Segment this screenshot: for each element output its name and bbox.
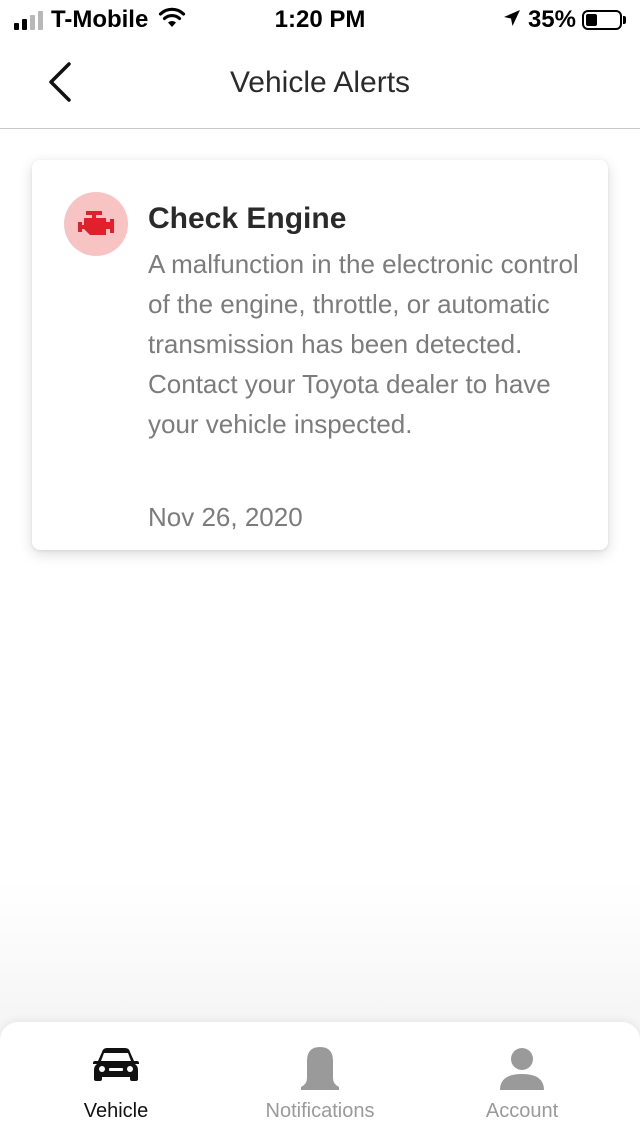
alert-title: Check Engine xyxy=(148,202,347,235)
battery-cap xyxy=(623,16,626,24)
alert-icon-badge xyxy=(64,192,128,256)
car-icon xyxy=(93,1048,139,1081)
navigation-bar: Vehicle Alerts xyxy=(0,40,640,129)
alert-date: Nov 26, 2020 xyxy=(148,502,303,532)
tab-label-notifications: Notifications xyxy=(265,1100,375,1122)
alert-description: A malfunction in the electronic control … xyxy=(148,249,579,439)
tab-account[interactable]: Account xyxy=(422,1022,622,1136)
tab-vehicle[interactable]: Vehicle xyxy=(16,1022,216,1136)
engine-icon xyxy=(78,211,114,235)
battery-icon xyxy=(582,10,622,30)
page-title: Vehicle Alerts xyxy=(229,66,411,99)
tab-bar: Vehicle Notifications Account xyxy=(0,1022,640,1136)
person-icon xyxy=(500,1048,544,1090)
tab-label-account: Account xyxy=(485,1100,559,1122)
bottom-fade xyxy=(0,880,640,1040)
tab-notifications[interactable]: Notifications xyxy=(220,1022,420,1136)
location-arrow-icon xyxy=(502,8,522,33)
status-bar: T-Mobile 1:20 PM 35% xyxy=(0,0,640,40)
tab-label-vehicle: Vehicle xyxy=(83,1100,149,1122)
battery-percent: 35% xyxy=(527,6,576,33)
alert-card[interactable]: Check Engine A malfunction in the electr… xyxy=(32,160,608,550)
bell-icon xyxy=(301,1047,339,1090)
